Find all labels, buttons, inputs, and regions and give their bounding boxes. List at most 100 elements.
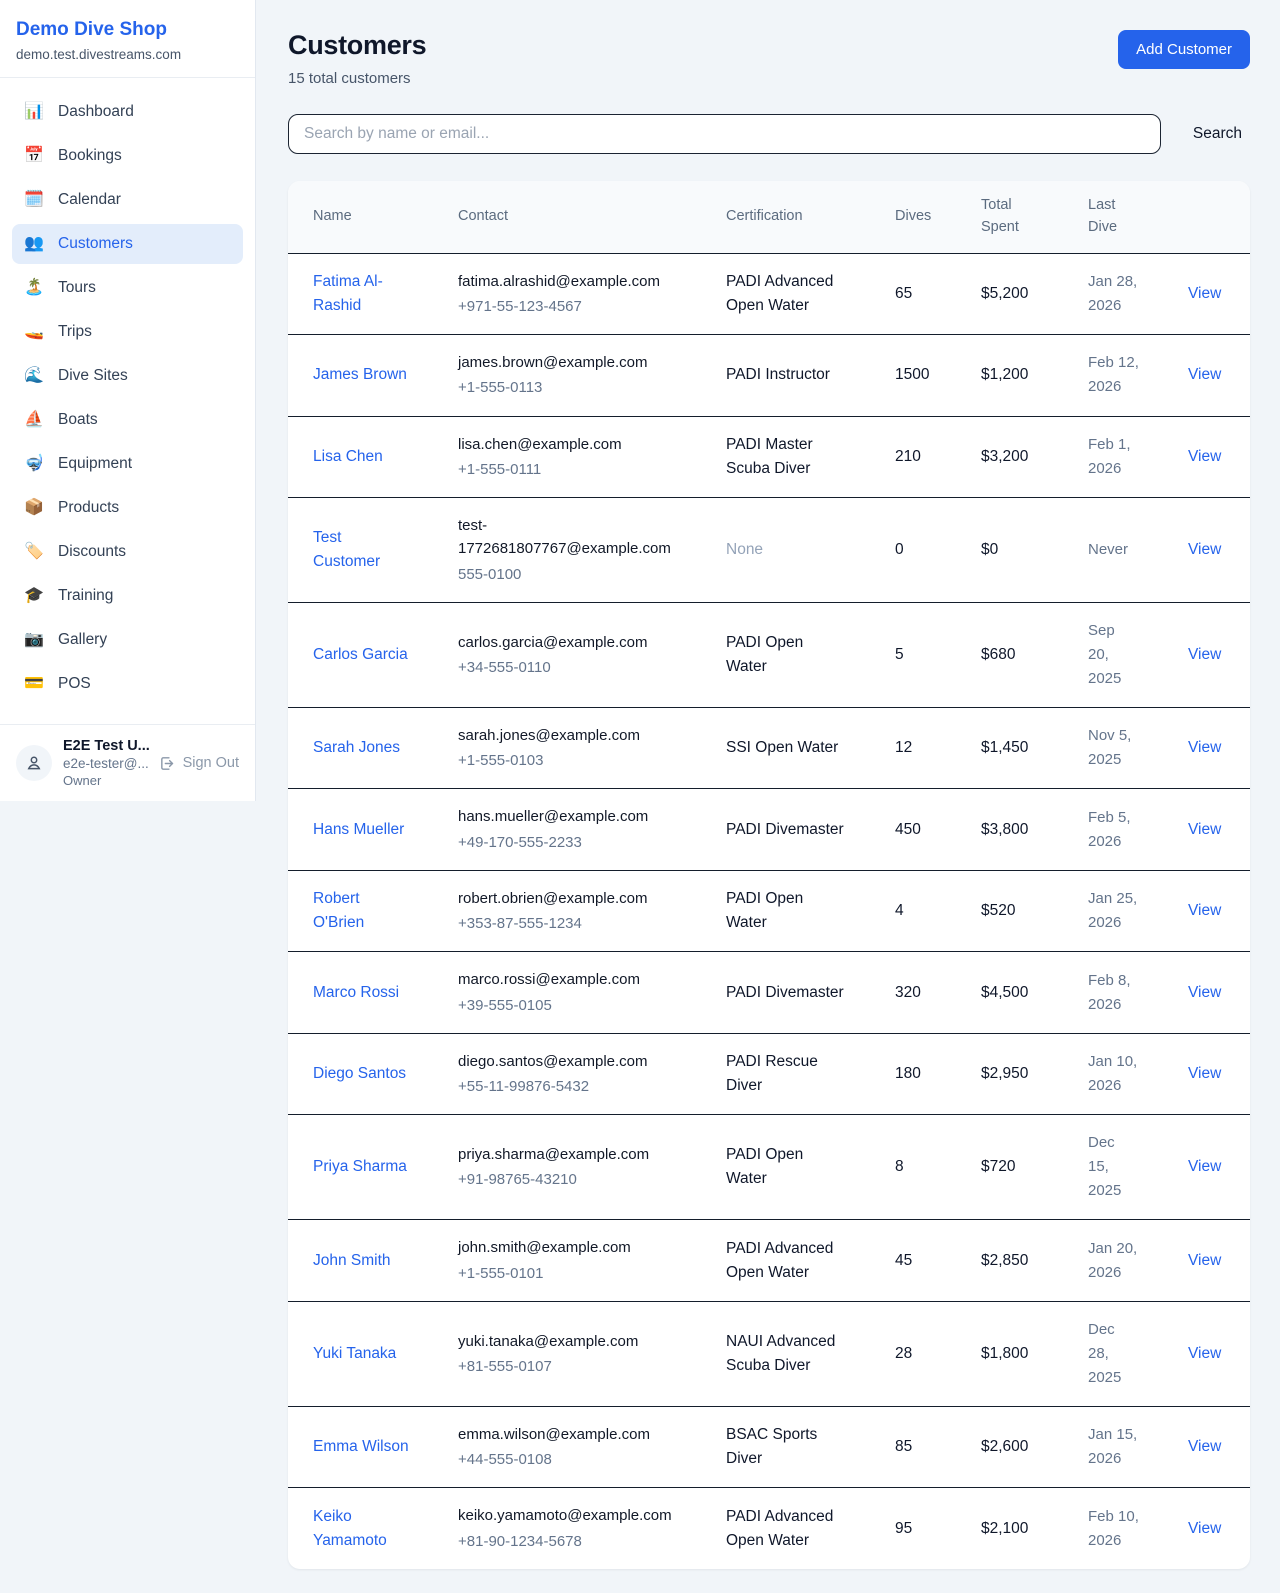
view-customer-link[interactable]: View — [1188, 1065, 1221, 1082]
view-customer-link[interactable]: View — [1188, 541, 1221, 558]
sidebar-item-pos[interactable]: 💳 POS — [12, 664, 243, 704]
customer-email: test-1772681807767@example.com — [458, 514, 677, 561]
search-button[interactable]: Search — [1185, 121, 1250, 147]
sidebar-item-boats[interactable]: ⛵ Boats — [12, 400, 243, 440]
customer-name-link[interactable]: Fatima Al-Rashid — [313, 273, 383, 314]
customer-last-dive: Sep 20, 2025 — [1088, 622, 1121, 687]
view-customer-link[interactable]: View — [1188, 448, 1221, 465]
add-customer-button[interactable]: Add Customer — [1118, 30, 1250, 69]
customer-last-dive: Feb 5, 2026 — [1088, 809, 1131, 850]
search-input[interactable] — [288, 114, 1161, 154]
sidebar-item-customers[interactable]: 👥 Customers — [12, 224, 243, 264]
customer-last-dive: Feb 1, 2026 — [1088, 436, 1131, 477]
customer-last-dive: Dec 15, 2025 — [1088, 1134, 1121, 1199]
view-customer-link[interactable]: View — [1188, 366, 1221, 383]
view-customer-link[interactable]: View — [1188, 1520, 1221, 1537]
avatar — [16, 745, 52, 781]
customer-phone: +1-555-0103 — [458, 749, 677, 772]
sidebar-item-training[interactable]: 🎓 Training — [12, 576, 243, 616]
sidebar-item-trips[interactable]: 🚤 Trips — [12, 312, 243, 352]
customer-last-dive: Jan 20, 2026 — [1088, 1240, 1137, 1281]
sidebar-item-equipment[interactable]: 🤿 Equipment — [12, 444, 243, 484]
sidebar-item-dive-sites[interactable]: 🌊 Dive Sites — [12, 356, 243, 396]
view-customer-link[interactable]: View — [1188, 902, 1221, 919]
sidebar-item-dashboard[interactable]: 📊 Dashboard — [12, 92, 243, 132]
view-customer-link[interactable]: View — [1188, 646, 1221, 663]
view-customer-link[interactable]: View — [1188, 1438, 1221, 1455]
view-customer-link[interactable]: View — [1188, 1158, 1221, 1175]
view-customer-link[interactable]: View — [1188, 739, 1221, 756]
customer-dives: 5 — [895, 646, 904, 663]
sidebar-item-bookings[interactable]: 📅 Bookings — [12, 136, 243, 176]
sidebar-item-products[interactable]: 📦 Products — [12, 488, 243, 528]
customer-name-link[interactable]: John Smith — [313, 1252, 391, 1269]
table-row: Carlos Garcia carlos.garcia@example.com … — [288, 602, 1250, 707]
customer-last-dive: Jan 28, 2026 — [1088, 273, 1137, 314]
customer-name-link[interactable]: Emma Wilson — [313, 1438, 409, 1455]
customer-name-link[interactable]: James Brown — [313, 366, 407, 383]
customer-name-link[interactable]: Diego Santos — [313, 1065, 406, 1082]
view-customer-link[interactable]: View — [1188, 285, 1221, 302]
sidebar-nav: 📊 Dashboard 📅 Bookings 🗓️ Calendar 👥 Cus… — [0, 78, 255, 716]
customer-name-link[interactable]: Carlos Garcia — [313, 646, 408, 663]
customer-email: fatima.alrashid@example.com — [458, 270, 677, 293]
customer-total-spent: $1,450 — [981, 739, 1028, 756]
sidebar-item-discounts[interactable]: 🏷️ Discounts — [12, 532, 243, 572]
customer-last-dive: Nov 5, 2025 — [1088, 727, 1131, 768]
customer-phone: +44-555-0108 — [458, 1448, 677, 1471]
page-title: Customers — [288, 30, 426, 61]
people-icon: 👥 — [23, 236, 45, 252]
view-customer-link[interactable]: View — [1188, 821, 1221, 838]
customer-dives: 28 — [895, 1345, 912, 1362]
customer-name-link[interactable]: Hans Mueller — [313, 821, 404, 838]
customers-table: NameContactCertificationDivesTotal Spent… — [288, 181, 1250, 1569]
sidebar: Demo Dive Shop demo.test.divestreams.com… — [0, 0, 256, 801]
sidebar-item-label: POS — [58, 675, 91, 693]
customer-name-link[interactable]: Robert O'Brien — [313, 890, 364, 931]
customer-certification: SSI Open Water — [726, 739, 838, 756]
customer-certification: PADI Open Water — [726, 890, 803, 931]
customer-dives: 0 — [895, 541, 904, 558]
table-row: Yuki Tanaka yuki.tanaka@example.com +81-… — [288, 1301, 1250, 1406]
sidebar-item-label: Equipment — [58, 455, 132, 473]
customer-name-link[interactable]: Priya Sharma — [313, 1158, 407, 1175]
camera-icon: 📷 — [23, 632, 45, 648]
customer-phone: +1-555-0113 — [458, 376, 677, 399]
view-customer-link[interactable]: View — [1188, 984, 1221, 1001]
user-meta: E2E Test U... e2e-tester@... Owner — [63, 738, 148, 788]
view-customer-link[interactable]: View — [1188, 1345, 1221, 1362]
customer-email: carlos.garcia@example.com — [458, 631, 677, 654]
customer-certification: PADI Open Water — [726, 1146, 803, 1187]
customer-email: yuki.tanaka@example.com — [458, 1330, 677, 1353]
view-customer-link[interactable]: View — [1188, 1252, 1221, 1269]
sidebar-item-calendar[interactable]: 🗓️ Calendar — [12, 180, 243, 220]
customer-certification: PADI Advanced Open Water — [726, 1508, 833, 1549]
tag-icon: 🏷️ — [23, 544, 45, 560]
credit-card-icon: 💳 — [23, 676, 45, 692]
customer-total-spent: $2,950 — [981, 1065, 1028, 1082]
column-header: Last Dive — [1063, 181, 1163, 253]
customer-name-link[interactable]: Yuki Tanaka — [313, 1345, 396, 1362]
search-row: Search — [288, 114, 1250, 154]
customer-last-dive: Dec 28, 2025 — [1088, 1321, 1121, 1386]
customer-email: john.smith@example.com — [458, 1236, 677, 1259]
customer-name-link[interactable]: Keiko Yamamoto — [313, 1508, 387, 1549]
column-header: Total Spent — [956, 181, 1063, 253]
table-row: Hans Mueller hans.mueller@example.com +4… — [288, 789, 1250, 871]
customer-total-spent: $4,500 — [981, 984, 1028, 1001]
customer-total-spent: $5,200 — [981, 285, 1028, 302]
customer-name-link[interactable]: Test Customer — [313, 529, 380, 570]
sign-out-button[interactable]: Sign Out — [159, 755, 239, 772]
graduation-cap-icon: 🎓 — [23, 588, 45, 604]
customer-total-spent: $1,200 — [981, 366, 1028, 383]
sidebar-item-tours[interactable]: 🏝️ Tours — [12, 268, 243, 308]
table-row: Diego Santos diego.santos@example.com +5… — [288, 1033, 1250, 1115]
customer-name-link[interactable]: Marco Rossi — [313, 984, 399, 1001]
table-row: Marco Rossi marco.rossi@example.com +39-… — [288, 952, 1250, 1034]
customer-dives: 210 — [895, 448, 921, 465]
sidebar-item-gallery[interactable]: 📷 Gallery — [12, 620, 243, 660]
customer-name-link[interactable]: Lisa Chen — [313, 448, 383, 465]
customer-name-link[interactable]: Sarah Jones — [313, 739, 400, 756]
table-row: Test Customer test-1772681807767@example… — [288, 498, 1250, 603]
table-header: NameContactCertificationDivesTotal Spent… — [288, 181, 1250, 253]
